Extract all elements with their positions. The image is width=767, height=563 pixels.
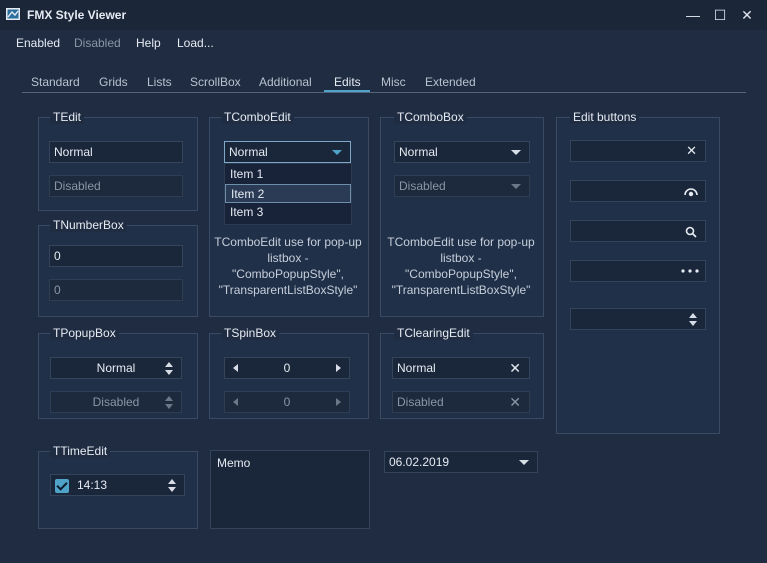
dateedit-input[interactable]: 06.02.2019: [384, 451, 538, 473]
tab-lists[interactable]: Lists: [147, 75, 172, 89]
spin-down-icon[interactable]: [689, 321, 697, 326]
combobox-disabled-value: Disabled: [399, 179, 446, 193]
search-edit[interactable]: [570, 220, 706, 242]
list-item-selected[interactable]: Item 2: [225, 184, 351, 203]
tab-extended[interactable]: Extended: [425, 75, 476, 89]
close-icon[interactable]: ✕: [686, 141, 697, 161]
popupbox-value: Normal: [96, 361, 136, 375]
spin-up-icon: [165, 396, 173, 401]
tab-grids[interactable]: Grids: [99, 75, 128, 89]
menu-disabled: Disabled: [74, 36, 121, 50]
tedit-disabled-input: Disabled: [49, 175, 183, 197]
chevron-down-icon[interactable]: [519, 460, 529, 465]
combobox-disabled: Disabled: [394, 175, 530, 197]
ellipsis-icon[interactable]: [681, 269, 699, 273]
spinbox-disabled: 0: [224, 391, 350, 413]
menu-load[interactable]: Load...: [177, 36, 214, 50]
spin-up-icon[interactable]: [689, 313, 697, 318]
minimize-button[interactable]: —: [680, 5, 706, 25]
password-edit[interactable]: [570, 180, 706, 202]
chevron-down-icon: [511, 184, 521, 189]
group-title-tcomboedit: TComboEdit: [221, 110, 294, 124]
window-title: FMX Style Viewer: [27, 8, 127, 22]
numberbox-disabled-input: 0: [49, 279, 183, 301]
combobox-value: Normal: [399, 145, 438, 159]
note-line: "TransparentListBoxStyle": [218, 283, 358, 297]
clearingedit-normal[interactable]: Normal ✕: [392, 357, 530, 379]
spin-increment-icon: [336, 398, 341, 406]
note-line: TComboEdit use for pop-up: [387, 235, 535, 249]
list-item[interactable]: Item 1: [225, 165, 351, 184]
tab-divider: [22, 92, 746, 93]
spinbox-normal[interactable]: 0: [224, 357, 350, 379]
group-title-tpopupbox: TPopupBox: [50, 326, 119, 340]
group-title-tnumberbox: TNumberBox: [50, 218, 127, 232]
group-title-tcombobox: TComboBox: [394, 110, 467, 124]
combobox-note: TComboEdit use for pop-up listbox - "Com…: [380, 234, 542, 298]
list-item[interactable]: Item 3: [225, 203, 351, 222]
group-tnumberbox: [38, 225, 198, 317]
clearingedit-value: Normal: [397, 361, 436, 375]
combobox-normal[interactable]: Normal: [394, 141, 530, 163]
checkbox-checked-icon[interactable]: [55, 479, 69, 493]
spin-decrement-icon[interactable]: [233, 364, 238, 372]
timeedit-input[interactable]: 14:13: [50, 474, 185, 496]
chevron-down-icon: [511, 150, 521, 155]
spin-decrement-icon: [233, 398, 238, 406]
tab-additional[interactable]: Additional: [259, 75, 312, 89]
spin-up-icon[interactable]: [168, 479, 176, 484]
clearingedit-disabled: Disabled ✕: [392, 391, 530, 413]
tab-scrollbox[interactable]: ScrollBox: [190, 75, 241, 89]
spin-down-icon: [165, 370, 173, 375]
close-icon: ✕: [509, 394, 521, 410]
spinbox-value: 0: [283, 361, 291, 375]
popupbox-normal[interactable]: Normal: [50, 357, 182, 379]
note-line: listbox -: [267, 251, 309, 265]
menu-help[interactable]: Help: [136, 36, 161, 50]
tedit-normal-input[interactable]: Normal: [49, 141, 183, 163]
comboedit-note: TComboEdit use for pop-up listbox - "Com…: [209, 234, 367, 298]
password-eye-icon[interactable]: [683, 185, 699, 197]
timeedit-value: 14:13: [77, 478, 108, 492]
tab-misc[interactable]: Misc: [381, 75, 406, 89]
chevron-down-icon[interactable]: [332, 150, 342, 155]
spin-down-icon: [165, 404, 173, 409]
spin-edit[interactable]: [570, 308, 706, 330]
app-icon: [6, 8, 20, 20]
numberbox-normal-input[interactable]: 0: [49, 245, 183, 267]
note-line: "ComboPopupStyle",: [232, 267, 344, 281]
close-button[interactable]: ✕: [734, 5, 760, 25]
note-line: "TransparentListBoxStyle": [391, 283, 531, 297]
menu-enabled[interactable]: Enabled: [16, 36, 60, 50]
tab-standard[interactable]: Standard: [31, 75, 80, 89]
spin-down-icon[interactable]: [168, 487, 176, 492]
maximize-button[interactable]: ☐: [707, 5, 733, 25]
note-line: listbox -: [440, 251, 482, 265]
comboedit-input[interactable]: Normal: [224, 141, 351, 163]
popupbox-disabled: Disabled: [50, 391, 182, 413]
note-line: "ComboPopupStyle",: [405, 267, 517, 281]
popupbox-disabled-value: Disabled: [92, 395, 140, 409]
ellipsis-edit[interactable]: [570, 260, 706, 282]
clear-button-edit[interactable]: ✕: [570, 140, 706, 162]
group-title-editbuttons: Edit buttons: [570, 110, 640, 124]
spin-increment-icon[interactable]: [336, 364, 341, 372]
close-icon[interactable]: ✕: [509, 358, 521, 378]
group-title-tclearingedit: TClearingEdit: [394, 326, 473, 340]
search-icon[interactable]: [685, 226, 697, 238]
note-line: TComboEdit use for pop-up: [214, 235, 362, 249]
comboedit-dropdown-list: Item 1 Item 2 Item 3: [224, 163, 352, 225]
dateedit-value: 06.02.2019: [389, 455, 450, 469]
comboedit-value: Normal: [229, 145, 268, 159]
spinbox-disabled-value: 0: [283, 395, 291, 409]
group-title-tedit: TEdit: [50, 110, 85, 124]
memo-textarea[interactable]: Memo: [210, 450, 370, 529]
spin-up-icon: [165, 362, 173, 367]
clearingedit-disabled-value: Disabled: [397, 395, 444, 409]
group-title-tspinbox: TSpinBox: [221, 326, 280, 340]
active-tab-indicator: [324, 90, 370, 92]
tab-edits[interactable]: Edits: [334, 75, 361, 89]
group-title-ttimeedit: TTimeEdit: [50, 444, 111, 458]
